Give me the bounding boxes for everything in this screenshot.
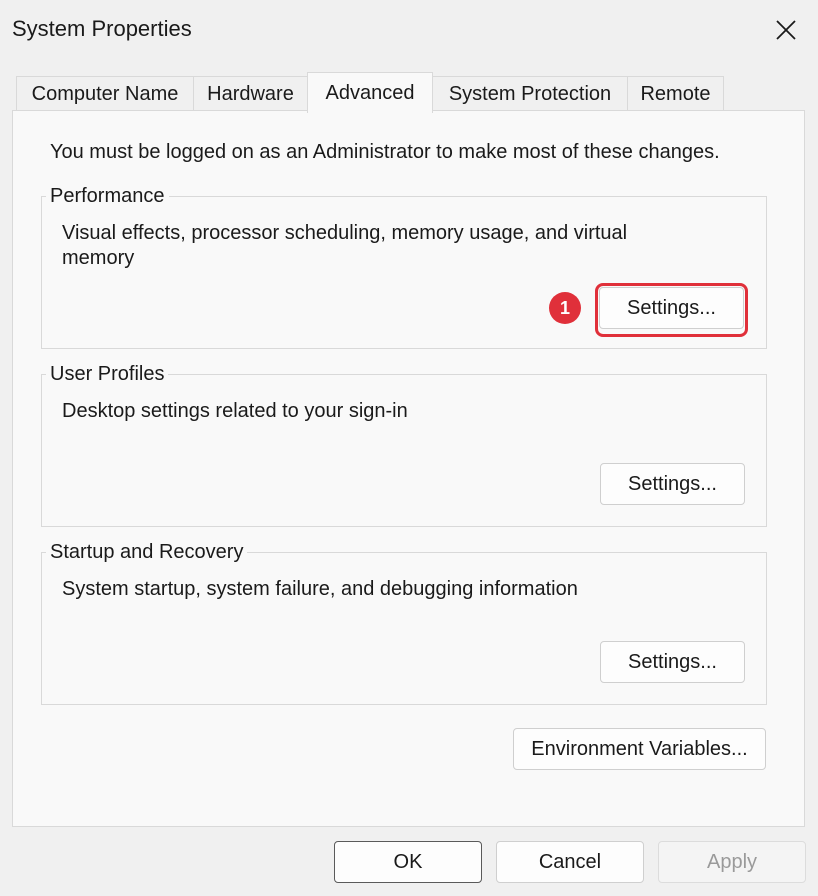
tab-hardware[interactable]: Hardware bbox=[193, 76, 308, 112]
close-icon bbox=[776, 20, 796, 40]
close-button[interactable] bbox=[762, 8, 810, 52]
advanced-tab-panel: You must be logged on as an Administrato… bbox=[12, 110, 805, 827]
user-profiles-description: Desktop settings related to your sign-in bbox=[62, 400, 408, 422]
tab-label: Hardware bbox=[207, 83, 294, 105]
apply-button[interactable]: Apply bbox=[658, 841, 806, 883]
tab-label: Remote bbox=[640, 83, 711, 105]
cancel-button[interactable]: Cancel bbox=[496, 841, 644, 883]
annotation-step-badge: 1 bbox=[549, 292, 581, 324]
performance-settings-button[interactable]: Settings... bbox=[599, 287, 744, 329]
startup-recovery-description: System startup, system failure, and debu… bbox=[62, 578, 578, 600]
tab-computer-name[interactable]: Computer Name bbox=[16, 76, 194, 112]
startup-recovery-settings-button[interactable]: Settings... bbox=[600, 641, 745, 683]
window-title: System Properties bbox=[12, 16, 192, 41]
tab-label: Computer Name bbox=[31, 83, 179, 105]
admin-note: You must be logged on as an Administrato… bbox=[50, 141, 720, 163]
title-bar: System Properties bbox=[0, 0, 818, 62]
user-profiles-settings-button[interactable]: Settings... bbox=[600, 463, 745, 505]
tab-label: System Protection bbox=[448, 83, 612, 105]
environment-variables-button[interactable]: Environment Variables... bbox=[513, 728, 766, 770]
performance-description: Visual effects, processor scheduling, me… bbox=[62, 222, 628, 269]
tab-system-protection[interactable]: System Protection bbox=[432, 76, 628, 112]
performance-title: Performance bbox=[46, 183, 169, 209]
system-properties-window: System Properties Computer Name Hardware… bbox=[0, 0, 818, 896]
tab-remote[interactable]: Remote bbox=[627, 76, 724, 112]
startup-recovery-title: Startup and Recovery bbox=[46, 539, 248, 565]
tab-advanced[interactable]: Advanced bbox=[307, 72, 433, 113]
tab-label: Advanced bbox=[325, 81, 415, 104]
ok-button[interactable]: OK bbox=[334, 841, 482, 883]
user-profiles-title: User Profiles bbox=[46, 361, 169, 387]
